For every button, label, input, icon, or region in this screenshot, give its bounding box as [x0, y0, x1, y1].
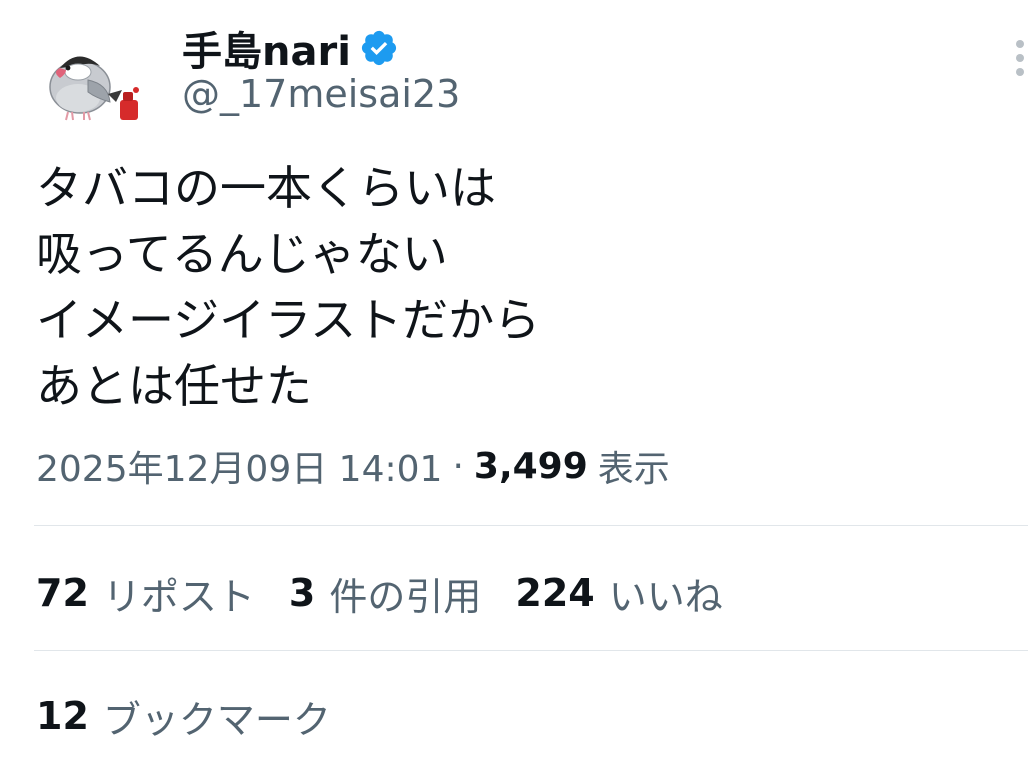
engagement-stats: 72 リポスト 3 件の引用 224 いいね [36, 565, 757, 621]
quotes-label: 件の引用 [329, 574, 482, 619]
more-options-icon[interactable] [1010, 40, 1028, 84]
views-count: 3,499 [473, 445, 588, 487]
quotes-stat[interactable]: 3 件の引用 [289, 566, 481, 621]
tweet-timestamp[interactable]: 2025年12月09日 14:01 [36, 440, 442, 492]
bookmarks-label: ブックマーク [102, 697, 331, 742]
likes-count: 224 [515, 571, 595, 615]
views-label: 表示 [597, 449, 670, 490]
tweet-text-line: あとは任せた [36, 359, 312, 413]
likes-label: いいね [608, 574, 723, 619]
meta-separator: · [452, 445, 464, 487]
tweet-text: タバコの一本くらいは 吸ってるんじゃない イメージイラストだから あとは任せた [36, 155, 996, 419]
tweet-header: 手島nari @_17meisai23 [0, 0, 1028, 140]
bookmarks-stat[interactable]: 12 ブックマーク [36, 688, 331, 744]
tweet-text-line: 吸ってるんじゃない [36, 227, 448, 281]
display-name[interactable]: 手島nari [182, 19, 351, 77]
tweet-meta: 2025年12月09日 14:01 · 3,499 表示 [36, 440, 670, 492]
bookmarks-count: 12 [36, 694, 89, 738]
tweet-detail: 手島nari @_17meisai23 タバコの一本くらいは 吸ってるんじゃない… [0, 0, 1028, 761]
quotes-count: 3 [288, 571, 316, 615]
tweet-text-line: イメージイラストだから [36, 293, 541, 347]
likes-stat[interactable]: 224 いいね [515, 566, 722, 621]
reposts-label: リポスト [102, 574, 255, 619]
java-sparrow-avatar-icon [49, 56, 139, 121]
divider [34, 525, 1028, 526]
reposts-stat[interactable]: 72 リポスト [36, 566, 255, 621]
divider [34, 650, 1028, 651]
avatar[interactable] [38, 32, 148, 127]
reposts-count: 72 [36, 571, 89, 615]
verified-badge-icon[interactable] [359, 28, 399, 68]
tweet-text-line: タバコの一本くらいは [36, 161, 496, 215]
author-handle[interactable]: @_17meisai23 [182, 72, 460, 116]
author-name-row: 手島nari [182, 20, 399, 76]
